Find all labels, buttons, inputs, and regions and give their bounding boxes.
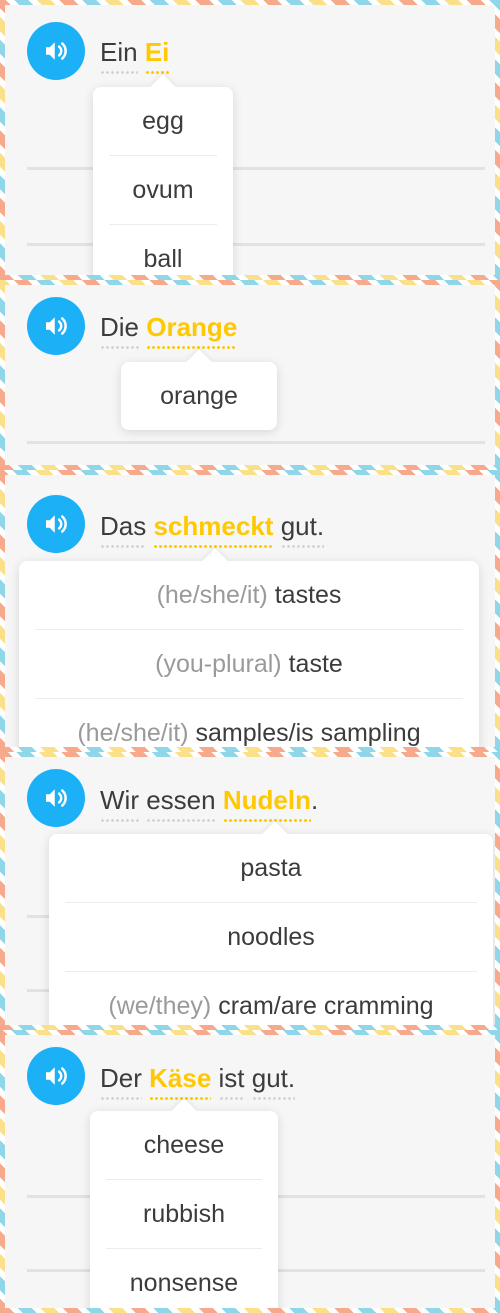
sentence: Wir essen Nudeln. [100,785,318,822]
hint-option[interactable]: rubbish [106,1179,262,1248]
exercise-card-5: Der Käse ist gut. cheese rubbish nonsens… [0,1030,500,1313]
hint-option[interactable]: (he/she/it) samples/is sampling [35,698,463,747]
exercise-card-4: Wir essen Nudeln. pasta noodles (we/they… [0,752,500,1030]
translation-hint-popup: egg ovum ball [93,87,233,275]
word-token[interactable]: gut. [280,511,325,548]
sentence: Das schmeckt gut. [100,511,325,548]
hint-option[interactable]: cheese [90,1111,278,1179]
exercise-card-1: Ein Ei egg ovum ball [0,0,500,280]
word-token[interactable]: Die [100,312,140,349]
punctuation: . [310,785,319,815]
hint-option[interactable]: ball [109,224,217,275]
speaker-icon[interactable] [27,297,85,355]
speaker-icon[interactable] [27,22,85,80]
hint-option[interactable]: ovum [109,155,217,224]
word-token[interactable]: Das [100,511,147,548]
exercise-card-3: Das schmeckt gut. (he/she/it) tastes (you… [0,470,500,752]
word-token-highlighted[interactable]: Orange [146,312,238,349]
sentence: Ein Ei [100,37,169,74]
exercise-card-2: Die Orange orange [0,280,500,470]
speaker-icon[interactable] [27,1047,85,1105]
hint-option[interactable]: (we/they) cram/are cramming [65,971,477,1025]
word-token-highlighted[interactable]: Käse [149,1063,212,1100]
hint-option[interactable]: (he/she/it) tastes [19,561,479,629]
word-token-highlighted[interactable]: schmeckt [153,511,273,548]
hint-option[interactable]: egg [93,87,233,155]
word-token-highlighted[interactable]: Nudeln [222,785,312,822]
word-token[interactable]: Wir [100,785,139,822]
speaker-icon[interactable] [27,495,85,553]
sentence: Die Orange [100,312,238,349]
sentence: Der Käse ist gut. [100,1063,296,1100]
word-token[interactable]: Der [100,1063,142,1100]
word-token-highlighted[interactable]: Ei [144,37,169,74]
word-token[interactable]: Ein [100,37,138,74]
word-token[interactable]: ist [218,1063,245,1100]
hint-option[interactable]: nonsense [106,1248,262,1308]
hint-option[interactable]: orange [121,362,277,430]
hint-option[interactable]: noodles [65,902,477,971]
translation-hint-popup: orange [121,362,277,430]
hint-option[interactable]: pasta [49,834,493,902]
answer-line [27,441,485,444]
translation-hint-popup: (he/she/it) tastes (you-plural) taste (he/… [19,561,479,747]
translation-hint-popup: cheese rubbish nonsense [90,1111,278,1308]
hint-option[interactable]: (you-plural) taste [35,629,463,698]
word-token[interactable]: gut. [251,1063,296,1100]
translation-hint-popup: pasta noodles (we/they) cram/are cramming [49,834,493,1025]
word-token[interactable]: essen [146,785,217,822]
speaker-icon[interactable] [27,769,85,827]
